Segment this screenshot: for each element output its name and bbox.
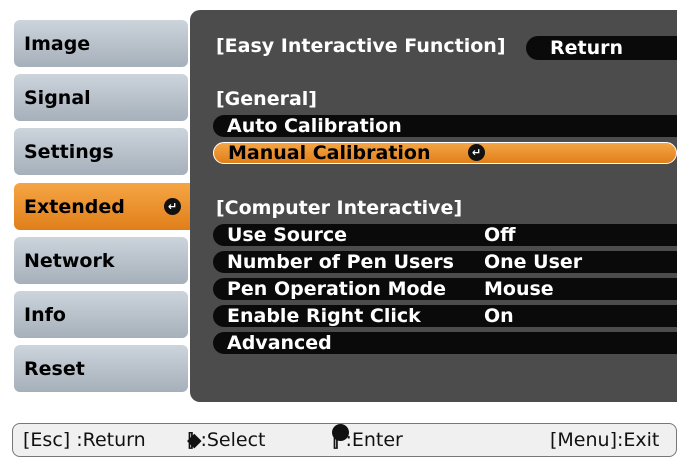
sidebar-item-label: Image <box>24 32 91 55</box>
menu-item-label: Pen Operation Mode <box>227 278 447 300</box>
sidebar-item-label: Network <box>24 249 115 272</box>
menu-item-label: Auto Calibration <box>227 115 402 137</box>
sidebar-item-network[interactable]: Network <box>14 237 188 284</box>
menu-item-number-of-pen-users[interactable]: Number of Pen Users One User <box>213 251 677 273</box>
menu-item-use-source[interactable]: Use Source Off <box>213 224 677 246</box>
enter-icon: ↵ <box>164 198 181 215</box>
menu-item-auto-calibration[interactable]: Auto Calibration <box>213 115 677 137</box>
sidebar-item-extended[interactable]: Extended ↵ <box>14 183 195 230</box>
menu-item-value: One User <box>484 251 583 273</box>
enter-icon: ↵ <box>468 144 485 161</box>
sidebar-item-signal[interactable]: Signal <box>14 74 188 121</box>
sidebar-item-label: Extended <box>24 195 125 218</box>
menu-item-value: On <box>484 305 514 327</box>
help-enter-close: ] :Enter <box>332 429 403 451</box>
menu-item-label: Use Source <box>227 224 348 246</box>
menu-item-label: Number of Pen Users <box>227 251 454 273</box>
sidebar-item-label: Settings <box>24 140 114 163</box>
section-heading-general: [General] <box>216 88 317 110</box>
menu-item-enable-right-click[interactable]: Enable Right Click On <box>213 305 677 327</box>
menu-item-label: Manual Calibration <box>228 142 431 164</box>
menu-item-value: Off <box>484 224 516 246</box>
menu-item-label: Advanced <box>227 332 332 354</box>
panel-heading: [Easy Interactive Function] <box>216 35 506 57</box>
sidebar-item-label: Signal <box>24 86 91 109</box>
help-select-close: ] :Select <box>187 429 266 451</box>
menu-item-pen-operation-mode[interactable]: Pen Operation Mode Mouse <box>213 278 677 300</box>
help-bar: [Esc] :Return [◆] :Select [↵] :Enter [Me… <box>12 422 677 457</box>
menu-item-advanced[interactable]: Advanced <box>213 332 677 354</box>
help-menu-exit: [Menu]:Exit <box>550 429 660 451</box>
section-heading-computer: [Computer Interactive] <box>216 197 463 219</box>
sidebar-item-info[interactable]: Info <box>14 291 188 338</box>
return-button[interactable]: Return <box>526 36 677 60</box>
menu-item-value: Mouse <box>484 278 554 300</box>
sidebar-item-label: Info <box>24 303 66 326</box>
sidebar-item-image[interactable]: Image <box>14 20 188 67</box>
menu-item-manual-calibration[interactable]: Manual Calibration ↵ <box>213 142 677 164</box>
help-esc-return: [Esc] :Return <box>23 429 146 451</box>
menu-item-label: Enable Right Click <box>227 305 421 327</box>
sidebar-item-label: Reset <box>24 357 85 380</box>
sidebar-item-reset[interactable]: Reset <box>14 345 188 392</box>
sidebar-item-settings[interactable]: Settings <box>14 128 188 175</box>
